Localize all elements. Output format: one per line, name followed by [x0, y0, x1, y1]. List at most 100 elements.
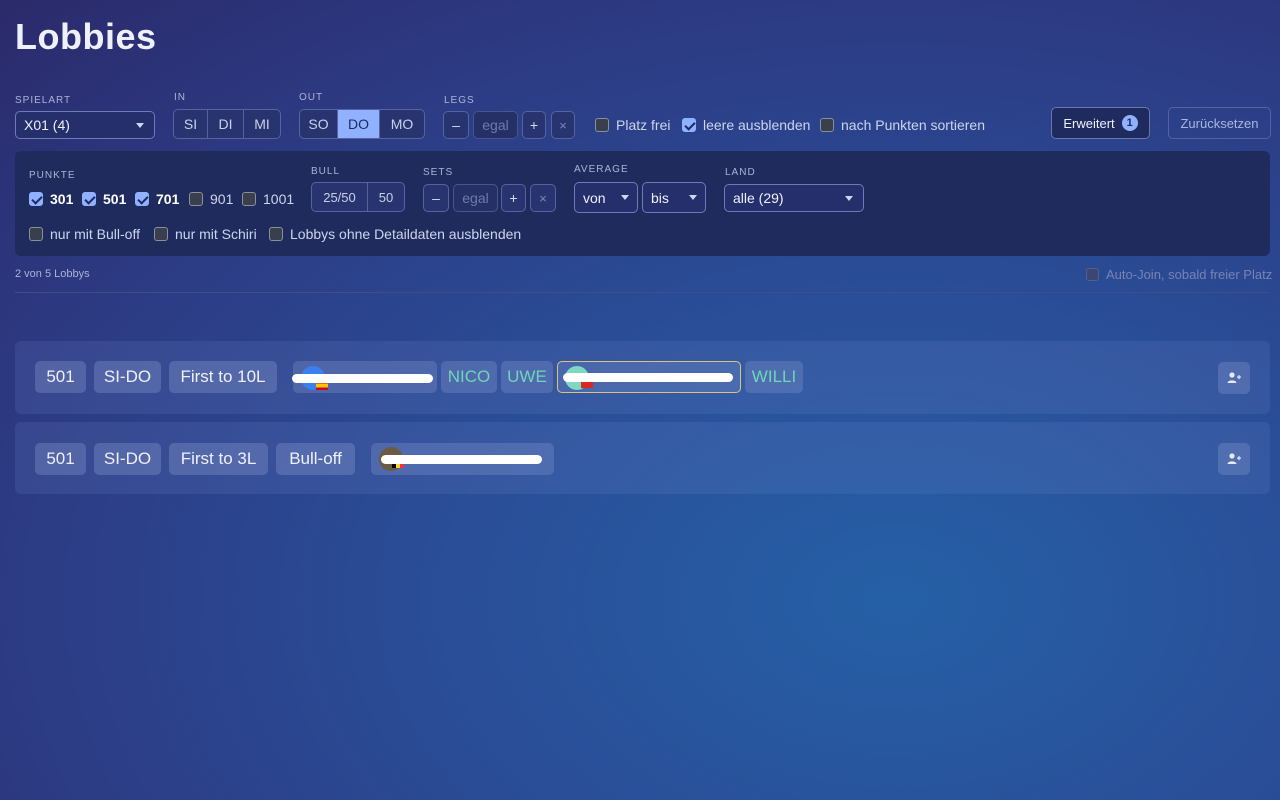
land-select[interactable]: alle (29) — [724, 184, 864, 212]
checkbox-box[interactable] — [820, 118, 834, 132]
legs-input[interactable]: egal — [473, 111, 518, 139]
reset-button[interactable]: Zurücksetzen — [1168, 107, 1271, 139]
player-chip[interactable]: WILLI — [745, 361, 803, 393]
erweitert-label: Erweitert — [1063, 115, 1115, 131]
lobby-tag-format: First to 3L — [169, 443, 268, 475]
average-from-select[interactable]: von — [574, 182, 638, 213]
checkbox-box[interactable] — [29, 227, 43, 241]
checkbox-box[interactable] — [135, 192, 149, 206]
punkte-label: PUNKTE — [29, 170, 76, 181]
lobby-tag-points: 501 — [35, 443, 86, 475]
spielart-value: X01 (4) — [24, 117, 70, 133]
in-option-si[interactable]: SI — [174, 110, 208, 138]
in-label: IN — [174, 92, 186, 103]
chevron-down-icon — [845, 196, 853, 201]
checkbox-box[interactable] — [682, 118, 696, 132]
lobby-tag-bull-off: Bull-off — [276, 443, 355, 475]
lobby-tag-mode: SI-DO — [94, 361, 161, 393]
punkte-501-label: 501 — [103, 191, 127, 207]
checkbox-box[interactable] — [189, 192, 203, 206]
average-to-value: bis — [651, 189, 669, 206]
checkbox-box[interactable] — [29, 192, 43, 206]
autojoin-checkbox[interactable]: Auto-Join, sobald freier Platz — [1086, 267, 1272, 282]
checkbox-box[interactable] — [1086, 268, 1099, 281]
player-chip[interactable]: NICO — [441, 361, 497, 393]
nach-punkten-checkbox[interactable]: nach Punkten sortieren — [820, 117, 985, 133]
player-chip[interactable]: UWE — [501, 361, 553, 393]
in-segment: SI DI MI — [173, 109, 281, 139]
lobby-tag-points: 501 — [35, 361, 86, 393]
erweitert-button[interactable]: Erweitert 1 — [1051, 107, 1150, 139]
out-option-so[interactable]: SO — [300, 110, 338, 138]
schiri-label: nur mit Schiri — [175, 226, 257, 242]
average-label: AVERAGE — [574, 164, 629, 175]
redaction-bar — [563, 373, 733, 382]
lobby-tag-mode: SI-DO — [94, 443, 161, 475]
checkbox-box[interactable] — [154, 227, 168, 241]
punkte-501-checkbox[interactable]: 501 — [82, 191, 126, 207]
bull-off-label: nur mit Bull-off — [50, 226, 140, 242]
page-title: Lobbies — [15, 16, 157, 57]
ohne-details-label: Lobbys ohne Detaildaten ausblenden — [290, 226, 522, 242]
punkte-301-label: 301 — [50, 191, 74, 207]
bull-option-25-50[interactable]: 25/50 — [312, 183, 368, 211]
punkte-901-checkbox[interactable]: 901 — [189, 191, 233, 207]
erweitert-badge: 1 — [1121, 115, 1138, 131]
sets-minus-button[interactable]: – — [423, 184, 449, 212]
schiri-checkbox[interactable]: nur mit Schiri — [154, 226, 257, 242]
bull-label: BULL — [311, 166, 341, 177]
average-to-select[interactable]: bis — [642, 182, 706, 213]
land-label: LAND — [725, 167, 756, 178]
autojoin-label: Auto-Join, sobald freier Platz — [1106, 267, 1273, 282]
platz-frei-checkbox[interactable]: Platz frei — [595, 117, 670, 133]
checkbox-box[interactable] — [242, 192, 256, 206]
legs-clear-button[interactable]: × — [551, 111, 575, 139]
spielart-select[interactable]: X01 (4) — [15, 111, 155, 139]
ohne-details-checkbox[interactable]: Lobbys ohne Detaildaten ausblenden — [269, 226, 521, 242]
user-plus-icon — [1227, 372, 1241, 383]
divider — [15, 292, 1270, 293]
bull-option-50[interactable]: 50 — [368, 183, 404, 211]
out-label: OUT — [299, 92, 324, 103]
bull-off-checkbox[interactable]: nur mit Bull-off — [29, 226, 140, 242]
leere-ausblenden-label: leere ausblenden — [703, 117, 811, 133]
checkbox-box[interactable] — [269, 227, 283, 241]
sets-plus-button[interactable]: + — [501, 184, 526, 212]
punkte-701-checkbox[interactable]: 701 — [135, 191, 179, 207]
chevron-down-icon — [689, 195, 697, 200]
sets-label: SETS — [423, 167, 454, 178]
user-plus-icon — [1227, 453, 1241, 464]
chevron-down-icon — [136, 123, 144, 128]
in-option-mi[interactable]: MI — [244, 110, 280, 138]
sets-input[interactable]: egal — [453, 184, 498, 212]
legs-label: LEGS — [444, 95, 475, 106]
spielart-label: SPIELART — [15, 95, 72, 106]
punkte-901-label: 901 — [210, 191, 234, 207]
chevron-down-icon — [621, 195, 629, 200]
join-lobby-button[interactable] — [1218, 443, 1250, 475]
platz-frei-label: Platz frei — [616, 117, 671, 133]
checkbox-box[interactable] — [595, 118, 609, 132]
punkte-701-label: 701 — [156, 191, 180, 207]
nach-punkten-label: nach Punkten sortieren — [841, 117, 985, 133]
lobby-count: 2 von 5 Lobbys — [15, 268, 90, 280]
redaction-bar — [292, 374, 433, 383]
sets-clear-button[interactable]: × — [530, 184, 556, 212]
land-value: alle (29) — [733, 190, 784, 206]
punkte-1001-checkbox[interactable]: 1001 — [242, 191, 294, 207]
average-from-value: von — [583, 189, 606, 206]
punkte-1001-label: 1001 — [263, 191, 295, 207]
punkte-301-checkbox[interactable]: 301 — [29, 191, 73, 207]
leere-ausblenden-checkbox[interactable]: leere ausblenden — [682, 117, 810, 133]
checkbox-box[interactable] — [82, 192, 96, 206]
join-lobby-button[interactable] — [1218, 362, 1250, 394]
out-option-do[interactable]: DO — [338, 110, 380, 138]
out-option-mo[interactable]: MO — [380, 110, 424, 138]
out-segment: SO DO MO — [299, 109, 425, 139]
bull-segment: 25/50 50 — [311, 182, 405, 212]
in-option-di[interactable]: DI — [208, 110, 244, 138]
legs-minus-button[interactable]: – — [443, 111, 469, 139]
redaction-bar — [381, 455, 542, 464]
lobby-tag-format: First to 10L — [169, 361, 277, 393]
legs-plus-button[interactable]: + — [522, 111, 546, 139]
